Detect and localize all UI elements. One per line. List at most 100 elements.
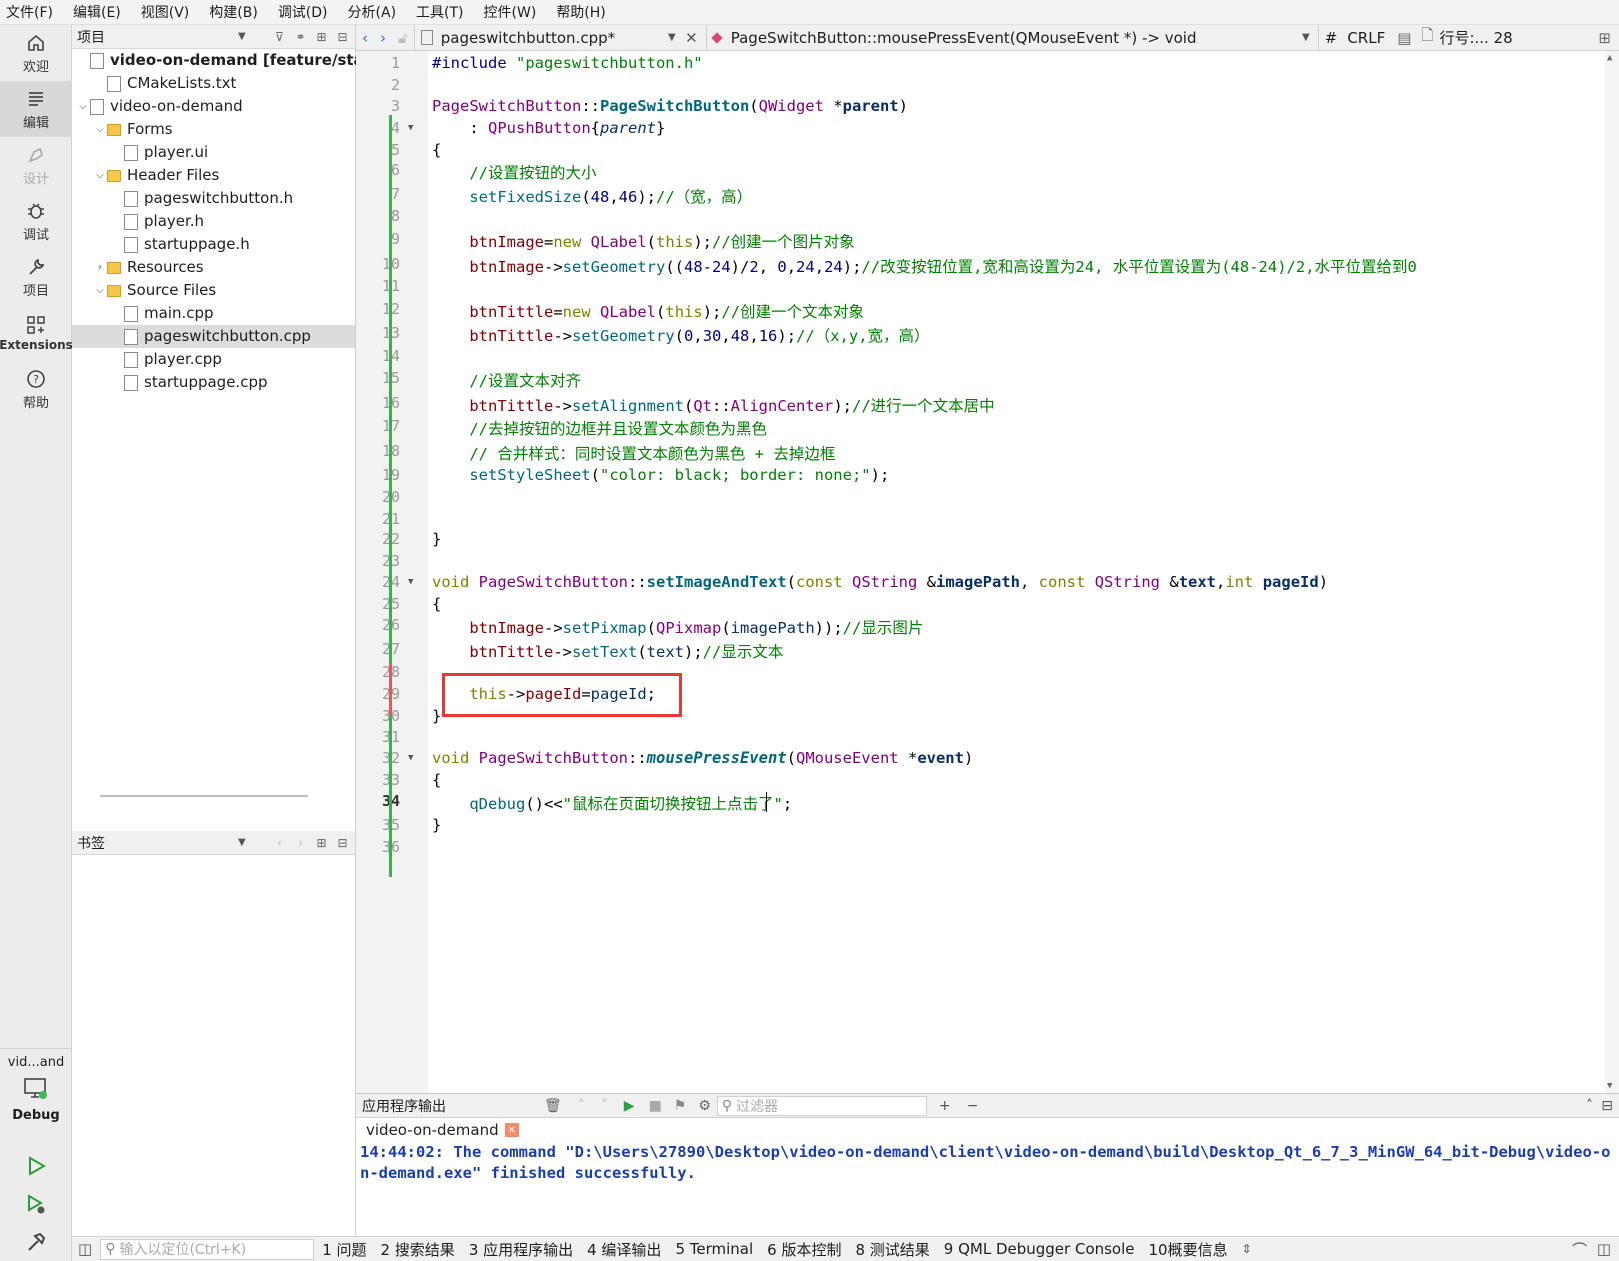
minus-icon[interactable]: − — [967, 1098, 979, 1114]
tree-item[interactable]: pageswitchbutton.h — [72, 187, 355, 210]
back-icon[interactable]: ‹ — [362, 29, 368, 47]
menu-build[interactable]: 构建(B) — [207, 0, 260, 24]
tree-item[interactable]: CMakeLists.txt — [72, 72, 355, 95]
chevron-right-icon[interactable]: › — [93, 256, 107, 279]
mode-design[interactable]: 设计 — [0, 137, 72, 193]
forward-icon[interactable]: › — [380, 29, 386, 47]
editor-scrollbar[interactable]: ▲ ▼ — [1605, 51, 1619, 1093]
menu-tools[interactable]: 工具(T) — [414, 0, 465, 24]
line-number: 28 — [356, 663, 400, 681]
menu-analyze[interactable]: 分析(A) — [346, 0, 399, 24]
build-button[interactable] — [0, 1223, 72, 1261]
tree-item[interactable]: › Resources — [72, 256, 355, 279]
chevron-down-icon[interactable]: ▼ — [238, 837, 246, 848]
chevron-down-icon[interactable]: ▼ — [238, 31, 246, 42]
link-icon[interactable]: ⚭ — [292, 28, 309, 45]
menu-help[interactable]: 帮助(H) — [554, 0, 607, 24]
close-tab-icon[interactable]: ✕ — [504, 1123, 519, 1137]
symbol-selector[interactable]: PageSwitchButton::mousePressEvent(QMouse… — [707, 24, 1319, 51]
status-tab-terminal[interactable]: 5 Terminal — [675, 1240, 753, 1258]
menu-view[interactable]: 视图(V) — [139, 0, 192, 24]
tree-item[interactable]: ⌵ video-on-demand — [72, 95, 355, 118]
attach-icon[interactable]: ⚑ — [674, 1098, 687, 1114]
split-icon[interactable]: ⊞ — [313, 28, 330, 45]
line-ending-selector[interactable]: # CRLF — [1319, 25, 1391, 51]
status-tab-search[interactable]: 2 搜索结果 — [381, 1239, 455, 1260]
mode-help[interactable]: ? 帮助 — [0, 361, 72, 417]
tree-item[interactable]: startuppage.h — [72, 233, 355, 256]
tree-item[interactable]: main.cpp — [72, 302, 355, 325]
stop-icon[interactable]: ■ — [649, 1098, 662, 1114]
chevron-up-icon[interactable]: ˄ — [578, 1098, 585, 1114]
tree-item[interactable]: player.cpp — [72, 348, 355, 371]
chevron-down-icon[interactable]: ˅ — [601, 1098, 608, 1114]
fold-marker-icon[interactable]: ▼ — [408, 753, 413, 763]
mode-projects[interactable]: 项目 — [0, 249, 72, 305]
tree-item[interactable]: startuppage.cpp — [72, 371, 355, 394]
split-icon[interactable]: ⊞ — [313, 834, 330, 851]
chevron-down-icon[interactable]: ⌵ — [93, 279, 107, 302]
status-tab-vcs[interactable]: 6 版本控制 — [767, 1239, 841, 1260]
menu-file[interactable]: 文件(F) — [4, 0, 55, 24]
code-line-1: #include "pageswitchbutton.h" — [432, 54, 703, 72]
kit-selector[interactable]: vid...and Debug — [0, 1048, 72, 1129]
chevron-down-icon[interactable]: ⌵ — [76, 95, 90, 118]
status-tab-summary[interactable]: 10概要信息 — [1149, 1239, 1228, 1260]
sidebar-toggle-icon[interactable]: ◫ — [78, 1240, 92, 1258]
filter-box[interactable]: ⚲ 过滤器 — [716, 1095, 927, 1116]
chevron-down-icon[interactable]: ⌵ — [93, 164, 107, 187]
scroll-down-icon[interactable]: ▼ — [1607, 1081, 1612, 1091]
status-tab-app-output[interactable]: 3 应用程序输出 — [469, 1239, 573, 1260]
file-selector[interactable]: pageswitchbutton.cpp* ▼ ✕ — [415, 24, 707, 51]
mode-edit[interactable]: 编辑 — [0, 81, 72, 137]
code-editor[interactable]: 1234▼56789101112131415161718192021222324… — [356, 51, 1619, 1093]
output-tab[interactable]: video-on-demand ✕ — [356, 1118, 1619, 1142]
fold-marker-icon[interactable]: ▼ — [408, 577, 413, 587]
close-pane-icon[interactable]: ⊟ — [334, 834, 351, 851]
progress-icon[interactable]: ⌒ — [1572, 1239, 1587, 1260]
close-pane-icon[interactable]: ⊟ — [1601, 1098, 1613, 1114]
tree-item[interactable]: player.h — [72, 210, 355, 233]
add-icon[interactable]: + — [939, 1098, 951, 1114]
split-editor-icon[interactable]: ⊞ — [1598, 29, 1611, 47]
file-icon — [124, 351, 138, 368]
run-button[interactable] — [0, 1147, 72, 1185]
status-tab-qml[interactable]: 9 QML Debugger Console — [944, 1240, 1135, 1258]
chevron-left-icon[interactable]: ‹ — [271, 834, 288, 851]
chevron-down-icon[interactable]: ⌵ — [93, 118, 107, 141]
updown-icon[interactable]: ⇕ — [1242, 1242, 1252, 1256]
close-file-icon[interactable]: ✕ — [685, 29, 698, 47]
gear-icon[interactable]: ⚙ — [698, 1098, 711, 1114]
code-line-17: //去掉按钮的边框并且设置文本颜色为黑色 — [469, 420, 767, 438]
chevron-right-icon[interactable]: › — [292, 834, 309, 851]
tree-item[interactable]: pageswitchbutton.cpp — [72, 325, 355, 348]
position-indicator[interactable]: ▤ 🗋︎ 行号:... 28 — [1391, 25, 1518, 51]
close-pane-icon[interactable]: ⊟ — [334, 28, 351, 45]
project-tree: video-on-demand [feature/startui CMakeLis… — [72, 49, 394, 394]
tree-item[interactable]: ⌵ Header Files — [72, 164, 355, 187]
debug-run-button[interactable] — [0, 1185, 72, 1223]
clear-icon[interactable]: 🗑︎ — [544, 1098, 562, 1114]
tree-item[interactable]: ⌵ Source Files — [72, 279, 355, 302]
tree-item[interactable]: ⌵ Forms — [72, 118, 355, 141]
mode-extensions[interactable]: Extensions — [0, 305, 73, 361]
filter-icon[interactable]: ⊽ — [271, 28, 288, 45]
mode-debug[interactable]: 调试 — [0, 193, 72, 249]
maximize-icon[interactable]: ˄ — [1586, 1098, 1593, 1114]
menu-edit[interactable]: 编辑(E) — [71, 0, 123, 24]
fold-marker-icon[interactable]: ▼ — [408, 123, 413, 133]
status-tab-compile[interactable]: 4 编译输出 — [587, 1239, 661, 1260]
locator-input[interactable]: ⚲ 输入以定位(Ctrl+K) — [100, 1238, 315, 1260]
code-line-5: { — [432, 141, 442, 159]
status-tab-issues[interactable]: 1 问题 — [322, 1239, 366, 1260]
tree-item[interactable]: player.ui — [72, 141, 355, 164]
tree-item[interactable]: video-on-demand [feature/startui — [72, 49, 394, 72]
menu-widgets[interactable]: 控件(W) — [482, 0, 539, 24]
menu-debug[interactable]: 调试(D) — [276, 0, 330, 24]
mode-welcome[interactable]: 欢迎 — [0, 25, 72, 81]
scroll-up-icon[interactable]: ▲ — [1607, 53, 1612, 63]
run-icon[interactable]: ▶ — [624, 1098, 635, 1114]
project-pane-scrollbar[interactable] — [100, 795, 308, 797]
status-tab-tests[interactable]: 8 测试结果 — [855, 1239, 929, 1260]
toggle-output-icon[interactable]: ◫ — [1597, 1240, 1611, 1258]
